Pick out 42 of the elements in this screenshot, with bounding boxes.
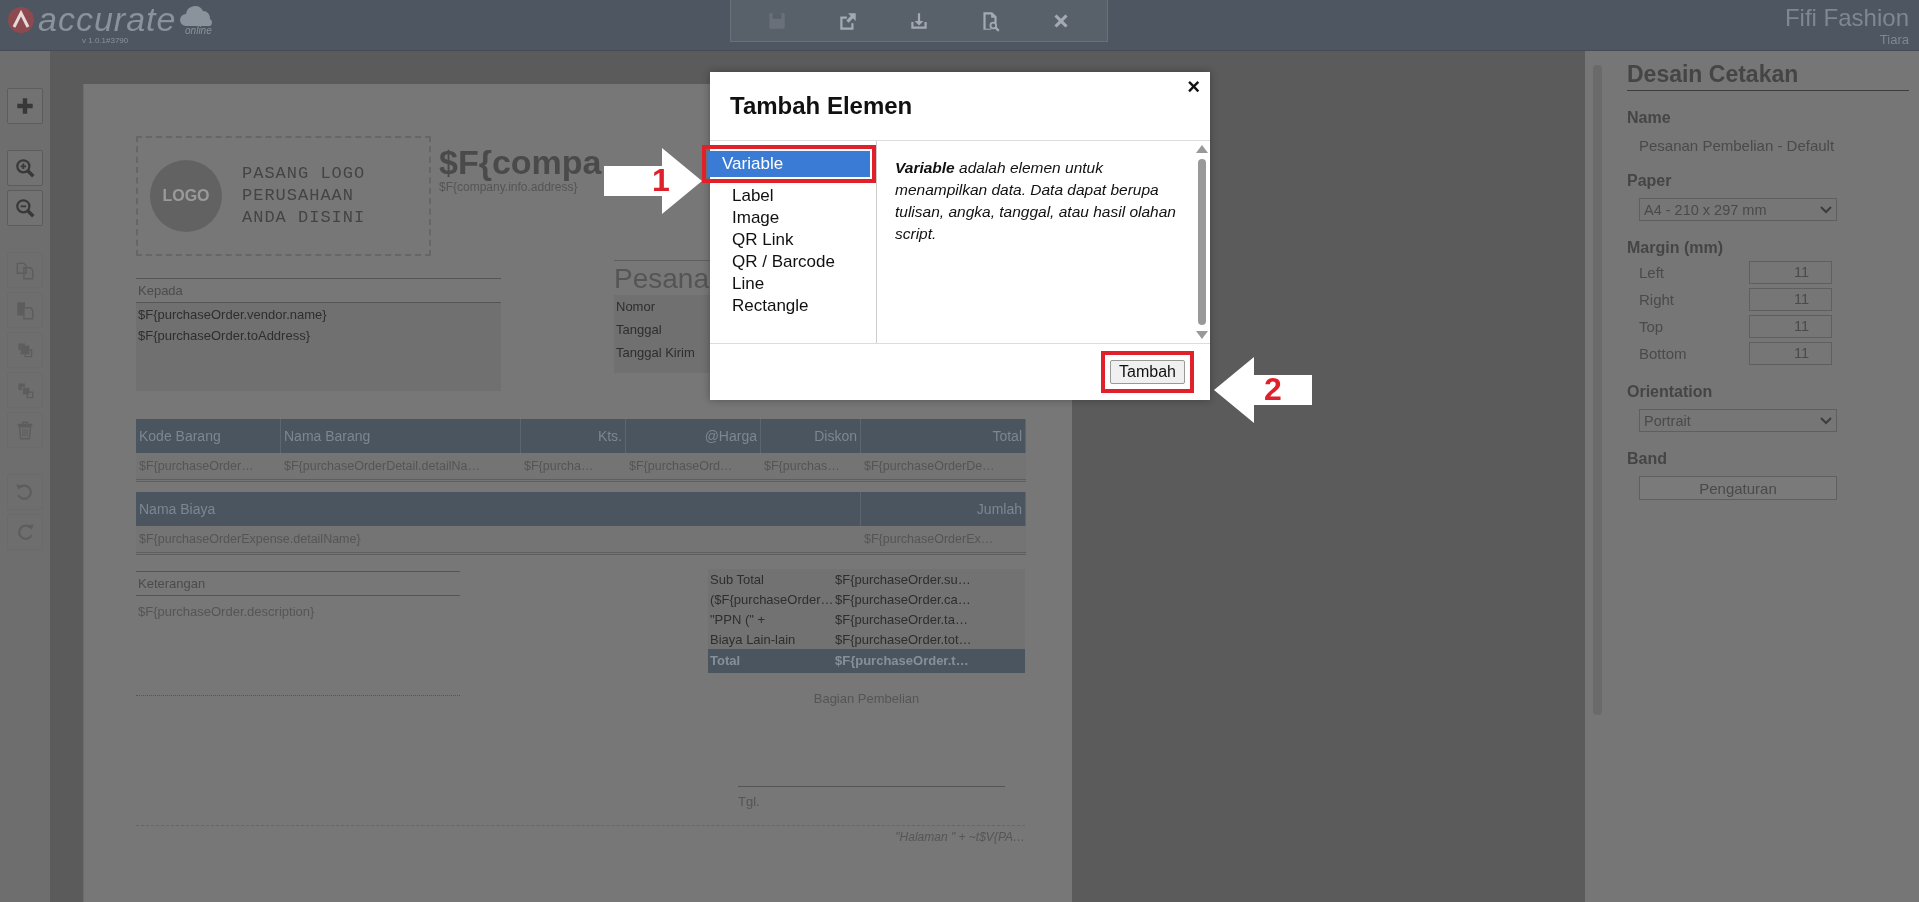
element-description: Variable adalah elemen untuk menampilkan data. Data dapat berupa tulisan, angka, tanggal, atau hasil olahan script.: [894, 158, 1177, 244]
chevron-icon: [1820, 205, 1832, 214]
summary-label: Sub Total: [709, 571, 765, 589]
dialog-title: Tambah Elemen: [730, 92, 913, 120]
logo-icon: [6, 5, 36, 35]
summary-value[interactable]: $F{purchaseOrder.tot…: [833, 629, 1025, 649]
zoom-out-button[interactable]: [7, 190, 43, 226]
summary-label: Total: [709, 652, 742, 670]
recipient-field[interactable]: $F{purchaseOrder.vendor.name}: [138, 307, 327, 322]
logo-badge: LOGO: [150, 160, 222, 232]
summary-value[interactable]: $F{purchaseOrder.su…: [833, 569, 1025, 589]
zoom-in-button[interactable]: [7, 150, 43, 186]
list-item[interactable]: Variable: [708, 151, 870, 177]
summary-value[interactable]: $F{purchaseOrder.ca…: [833, 589, 1025, 609]
close-button[interactable]: ×: [1187, 74, 1200, 100]
step-number: 2: [1264, 370, 1282, 409]
summary-value[interactable]: $F{purchaseOrder.t…: [833, 649, 1025, 673]
summary-label: "PPN (" +: [709, 611, 767, 629]
summary-label: Biaya Lain-lain: [709, 631, 797, 649]
zoom-in-icon: [14, 157, 36, 179]
document-field-label: Tanggal Kirim: [616, 345, 695, 360]
add-button[interactable]: [7, 88, 43, 124]
zoom-out-icon: [14, 197, 36, 219]
list-item[interactable]: QR Link: [712, 229, 874, 251]
list-item[interactable]: Rectangle: [712, 295, 874, 317]
scrollbar[interactable]: [1198, 159, 1206, 325]
document-field-label: Nomor: [616, 299, 655, 314]
recipient-field[interactable]: $F{purchaseOrder.toAddress}: [138, 328, 310, 343]
list-item[interactable]: Image: [712, 207, 874, 229]
logo-text: accurate: [38, 2, 177, 36]
step-number: 1: [652, 161, 670, 200]
document-field-label: Tanggal: [616, 322, 662, 337]
summary-label: ($F{purchaseOrder…: [709, 591, 833, 609]
chevron-icon: [1820, 416, 1832, 425]
list-item[interactable]: Label: [712, 185, 874, 207]
scroll-up-icon[interactable]: [1196, 145, 1208, 153]
scroll-down-icon[interactable]: [1196, 331, 1208, 339]
list-item[interactable]: Line: [712, 273, 874, 295]
list-item[interactable]: QR / Barcode: [712, 251, 874, 273]
add-button[interactable]: Tambah: [1110, 360, 1185, 384]
summary-value[interactable]: $F{purchaseOrder.ta…: [833, 609, 1025, 629]
add-icon: [14, 95, 36, 117]
